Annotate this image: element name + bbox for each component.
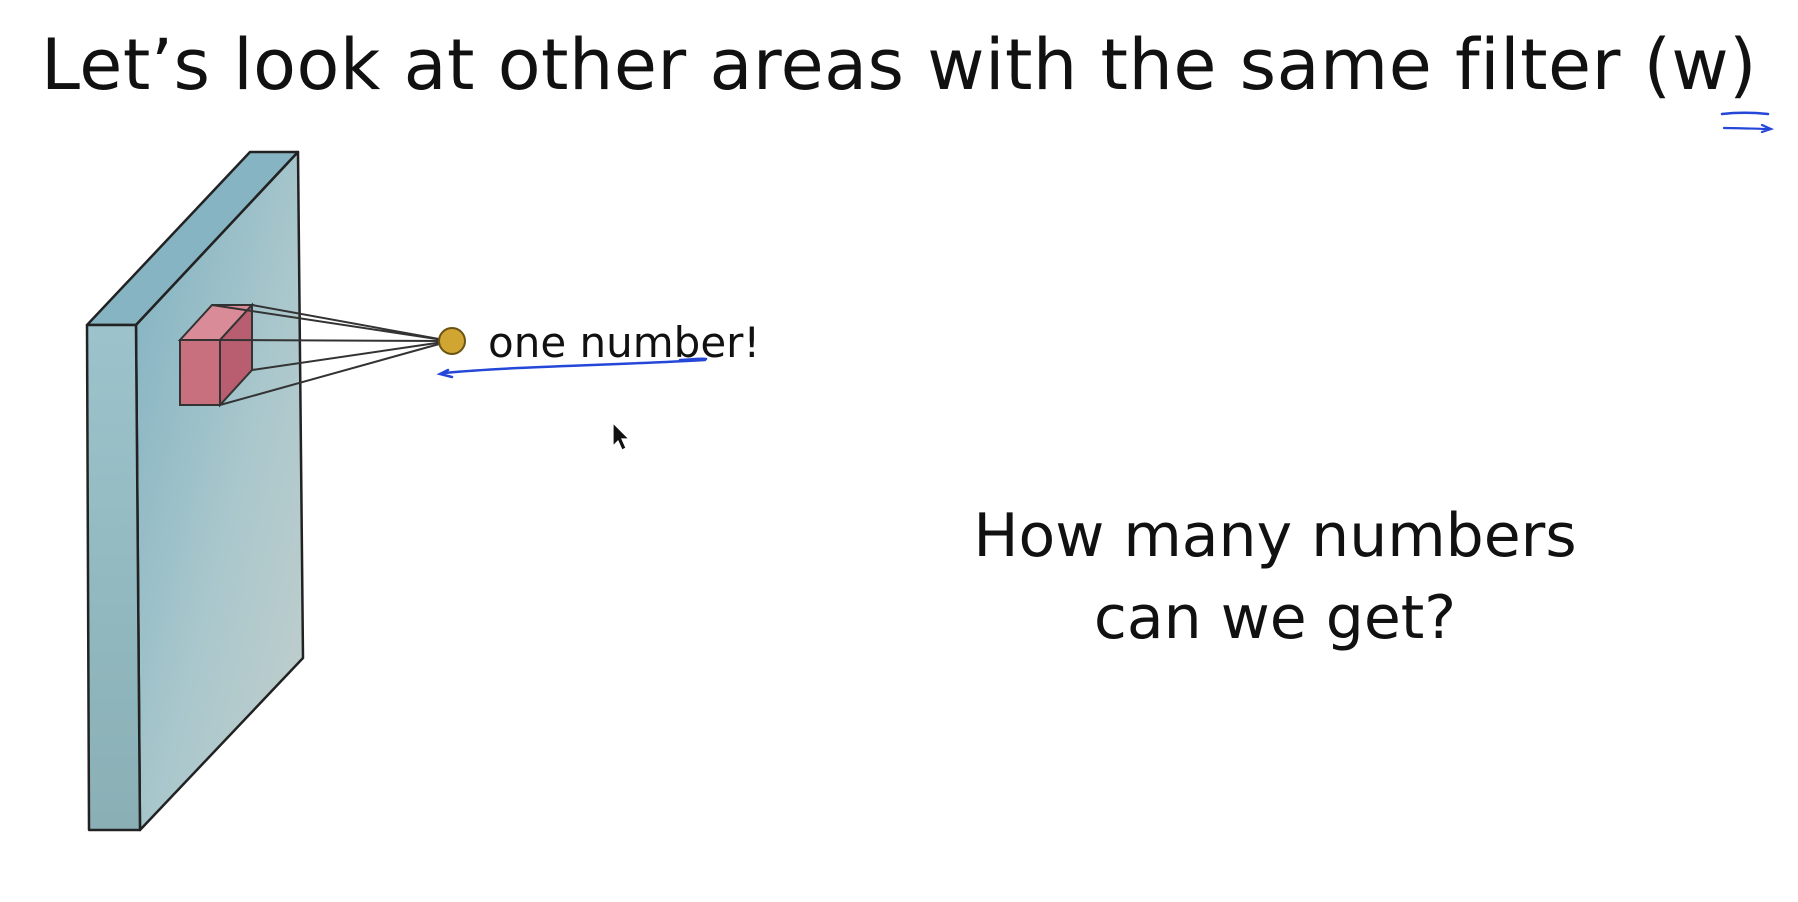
- title-w-arrow: [1722, 123, 1775, 134]
- mouse-pointer-icon: [612, 421, 631, 451]
- title-w-underline: [1720, 111, 1770, 116]
- volume-side-face: [85, 323, 142, 832]
- output-number-dot: [438, 327, 466, 355]
- input-volume: [85, 150, 305, 832]
- convolution-diagram: one number!: [85, 111, 1775, 832]
- output-label: one number!: [488, 318, 760, 367]
- question-text: How many numbers can we get?: [900, 495, 1650, 659]
- question-line-2: can we get?: [1093, 583, 1457, 653]
- question-line-1: How many numbers: [973, 501, 1577, 571]
- annotation-mark-right: [678, 357, 708, 362]
- filter-front-face: [179, 339, 221, 406]
